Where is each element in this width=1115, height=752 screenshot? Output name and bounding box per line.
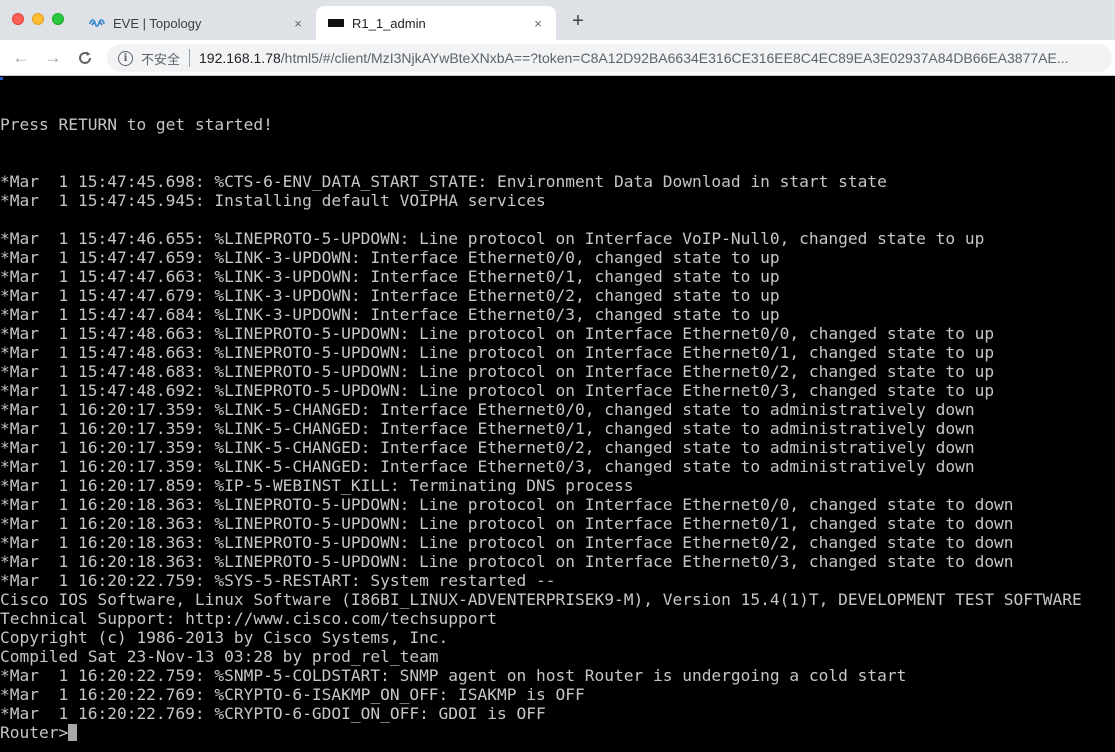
address-bar[interactable]: i 不安全 192.168.1.78/html5/#/client/MzI3Nj… — [107, 44, 1112, 72]
terminal-line: *Mar 1 15:47:48.692: %LINEPROTO-5-UPDOWN… — [0, 381, 995, 400]
terminal-output: Press RETURN to get started! *Mar 1 15:47… — [0, 115, 1082, 742]
close-tab-icon[interactable]: × — [290, 15, 306, 31]
terminal-line: Copyright (c) 1986-2013 by Cisco Systems… — [0, 628, 449, 647]
terminal-line: *Mar 1 15:47:45.698: %CTS-6-ENV_DATA_STA… — [0, 172, 887, 191]
back-arrow-icon[interactable]: ← — [11, 48, 31, 68]
forward-arrow-icon[interactable]: → — [43, 48, 63, 68]
terminal-icon — [328, 15, 344, 31]
url-path: /html5/#/client/MzI3NjkAYwBteXNxbA==?tok… — [280, 50, 1069, 66]
terminal-line: *Mar 1 16:20:22.759: %SNMP-5-COLDSTART: … — [0, 666, 907, 685]
window-close-button[interactable] — [12, 13, 24, 25]
terminal-line: *Mar 1 15:47:48.683: %LINEPROTO-5-UPDOWN… — [0, 362, 995, 381]
terminal-line: *Mar 1 16:20:17.359: %LINK-5-CHANGED: In… — [0, 419, 975, 438]
terminal-line: *Mar 1 16:20:22.769: %CRYPTO-6-GDOI_ON_O… — [0, 704, 546, 723]
terminal-line: *Mar 1 16:20:18.363: %LINEPROTO-5-UPDOWN… — [0, 552, 1014, 571]
window-maximize-button[interactable] — [52, 13, 64, 25]
terminal-line: *Mar 1 15:47:48.663: %LINEPROTO-5-UPDOWN… — [0, 343, 995, 362]
terminal-line: *Mar 1 16:20:17.359: %LINK-5-CHANGED: In… — [0, 457, 975, 476]
terminal-line: Cisco IOS Software, Linux Software (I86B… — [0, 590, 1082, 609]
terminal-line: *Mar 1 15:47:45.945: Installing default … — [0, 191, 546, 210]
address-divider — [189, 49, 191, 67]
terminal-line: *Mar 1 16:20:17.859: %IP-5-WEBINST_KILL:… — [0, 476, 634, 495]
terminal-line: *Mar 1 16:20:18.363: %LINEPROTO-5-UPDOWN… — [0, 514, 1014, 533]
terminal-prompt-line[interactable]: Router> — [0, 723, 1082, 742]
terminal-line: *Mar 1 15:47:47.663: %LINK-3-UPDOWN: Int… — [0, 267, 780, 286]
terminal-line: *Mar 1 15:47:47.679: %LINK-3-UPDOWN: Int… — [0, 286, 780, 305]
terminal-line: *Mar 1 16:20:18.363: %LINEPROTO-5-UPDOWN… — [0, 495, 1014, 514]
reload-icon[interactable] — [75, 48, 95, 68]
terminal-line: Press RETURN to get started! — [0, 115, 273, 134]
terminal-line: *Mar 1 15:47:47.659: %LINK-3-UPDOWN: Int… — [0, 248, 780, 267]
new-tab-button[interactable]: + — [568, 11, 588, 31]
terminal-corner-marker — [0, 77, 3, 80]
terminal-line: *Mar 1 16:20:22.769: %CRYPTO-6-ISAKMP_ON… — [0, 685, 585, 704]
tab-r1-admin[interactable]: R1_1_admin × — [316, 6, 556, 40]
terminal-cursor — [68, 724, 78, 741]
tab-eve-topology[interactable]: EVE | Topology × — [78, 6, 316, 40]
terminal-line: Compiled Sat 23-Nov-13 03:28 by prod_rel… — [0, 647, 439, 666]
url-host: 192.168.1.78 — [199, 50, 281, 66]
tab-title: EVE | Topology — [113, 15, 202, 31]
security-status-label[interactable]: 不安全 — [141, 49, 180, 68]
browser-tab-bar: EVE | Topology × R1_1_admin × + — [0, 0, 1115, 40]
terminal-console[interactable]: Press RETURN to get started! *Mar 1 15:47… — [0, 77, 1115, 752]
tab-title: R1_1_admin — [352, 15, 426, 31]
terminal-line: *Mar 1 15:47:48.663: %LINEPROTO-5-UPDOWN… — [0, 324, 995, 343]
window-minimize-button[interactable] — [32, 13, 44, 25]
terminal-line: *Mar 1 16:20:18.363: %LINEPROTO-5-UPDOWN… — [0, 533, 1014, 552]
terminal-line: Technical Support: http://www.cisco.com/… — [0, 609, 498, 628]
terminal-prompt: Router> — [0, 723, 69, 742]
terminal-line: *Mar 1 16:20:17.359: %LINK-5-CHANGED: In… — [0, 400, 975, 419]
eve-logo-icon — [89, 15, 105, 31]
terminal-line: *Mar 1 15:47:46.655: %LINEPROTO-5-UPDOWN… — [0, 229, 985, 248]
terminal-line: *Mar 1 16:20:22.759: %SYS-5-RESTART: Sys… — [0, 571, 556, 590]
terminal-line: *Mar 1 16:20:17.359: %LINK-5-CHANGED: In… — [0, 438, 975, 457]
info-icon[interactable]: i — [118, 50, 133, 66]
close-tab-icon[interactable]: × — [530, 15, 546, 31]
terminal-line: *Mar 1 15:47:47.684: %LINK-3-UPDOWN: Int… — [0, 305, 780, 324]
browser-toolbar: ← → i 不安全 192.168.1.78/html5/#/client/Mz… — [0, 40, 1115, 76]
